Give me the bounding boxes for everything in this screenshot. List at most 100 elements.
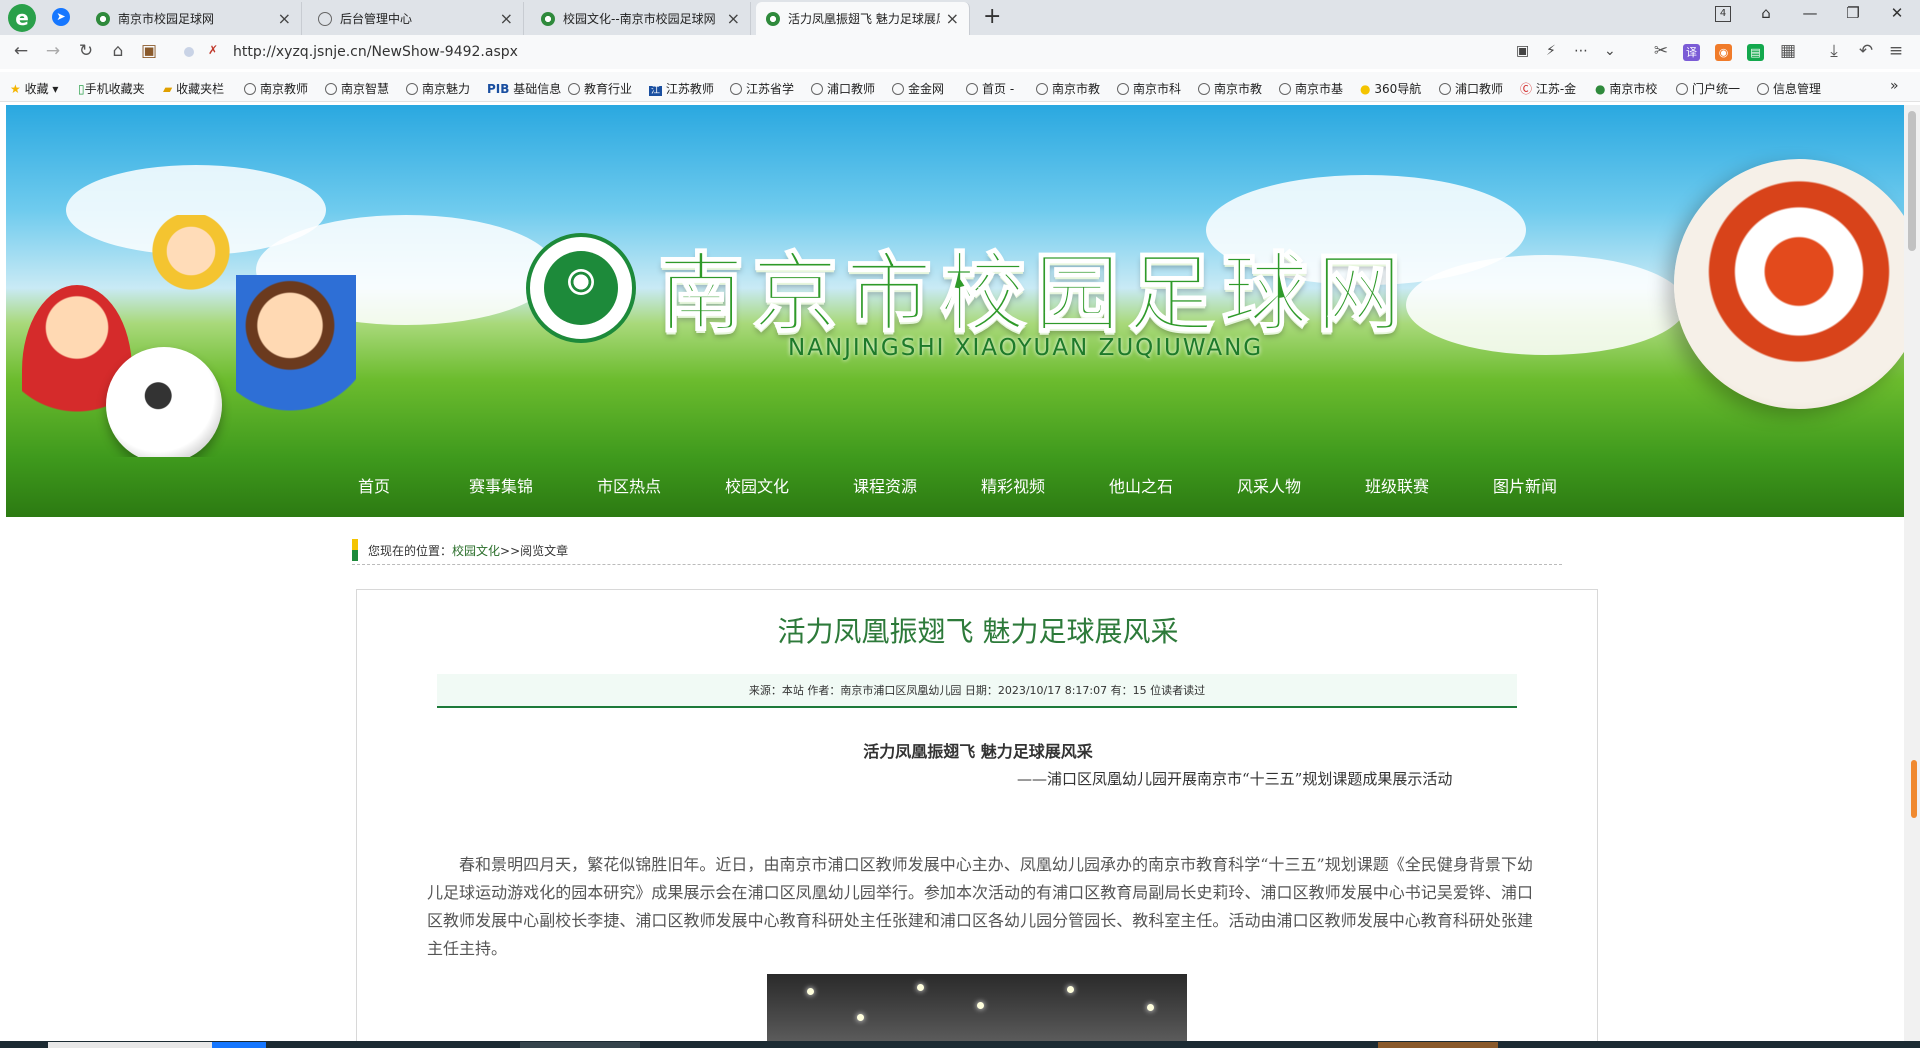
tab-4-active[interactable]: 活力凤凰振翅飞 魅力足球展风 ×: [756, 2, 970, 35]
globe-icon: [325, 83, 337, 95]
bookmark-item[interactable]: 教育行业: [568, 80, 632, 97]
more-icon[interactable]: ⋯: [1574, 43, 1588, 59]
logo-emblem: [544, 251, 618, 325]
lightning-icon[interactable]: ⚡: [1546, 43, 1556, 59]
taskbar-item[interactable]: [48, 1042, 212, 1048]
bookmark-item[interactable]: 信息管理: [1757, 80, 1821, 97]
new-tab-button[interactable]: +: [983, 4, 1001, 29]
nav-home[interactable]: 首页: [358, 457, 390, 517]
restore-button[interactable]: ❐: [1838, 4, 1868, 22]
ceiling-light: [977, 1002, 984, 1009]
close-window-button[interactable]: ✕: [1882, 4, 1912, 22]
forward-icon[interactable]: →: [42, 41, 64, 61]
breadcrumb-link[interactable]: 校园文化: [452, 544, 500, 558]
address-bar[interactable]: ✗ http://xyzq.jsnje.cn/NewShow-9492.aspx…: [176, 39, 1616, 65]
apps-grid-icon[interactable]: ▦: [1777, 41, 1799, 61]
ceiling-light: [807, 988, 814, 995]
bookmark-item[interactable]: 南京市教: [1198, 80, 1262, 97]
article-photo[interactable]: [767, 974, 1187, 1041]
pinned-tab-icon[interactable]: ➤: [52, 8, 70, 26]
globe-icon: [1117, 83, 1129, 95]
close-icon[interactable]: ×: [278, 9, 291, 28]
undo-icon[interactable]: ↶: [1855, 41, 1877, 61]
home-icon[interactable]: ⌂: [107, 41, 129, 61]
nav-course-resources[interactable]: 课程资源: [853, 457, 917, 517]
bookmark-item[interactable]: 南京市教: [1036, 80, 1100, 97]
refresh-icon[interactable]: ↻: [75, 41, 97, 61]
insecure-icon[interactable]: ✗: [208, 43, 218, 57]
bookmark-item[interactable]: Ⓒ 江苏-金: [1520, 80, 1576, 97]
close-icon[interactable]: ×: [500, 9, 513, 28]
bookmark-item[interactable]: 南京魅力: [406, 80, 470, 97]
bookmark-item[interactable]: 江苏省学: [730, 80, 794, 97]
tab-3[interactable]: 校园文化--南京市校园足球网 ×: [531, 2, 751, 35]
site-logo[interactable]: [526, 233, 636, 343]
scrollbar-thumb[interactable]: [1908, 111, 1916, 251]
globe-icon: [1439, 83, 1451, 95]
football-favicon-icon: [541, 11, 555, 26]
football-favicon-icon: ●: [1595, 82, 1606, 96]
nav-other-stones[interactable]: 他山之石: [1109, 457, 1173, 517]
bookmark-item[interactable]: 南京智慧: [325, 80, 389, 97]
ceiling-light: [857, 1014, 864, 1021]
taskbar-item[interactable]: [212, 1042, 266, 1048]
ceiling-light: [1147, 1004, 1154, 1011]
nav-class-league[interactable]: 班级联赛: [1365, 457, 1429, 517]
back-icon[interactable]: ←: [10, 41, 32, 61]
shirt-icon[interactable]: ⌂: [1751, 4, 1781, 22]
nav-photo-news[interactable]: 图片新闻: [1493, 457, 1557, 517]
globe-icon: [318, 11, 332, 26]
bookmark-item[interactable]: 南京教师: [244, 80, 308, 97]
taskbar-item[interactable]: [1378, 1042, 1498, 1048]
nav-city-hotspots[interactable]: 市区热点: [597, 457, 661, 517]
bookmarks-overflow-icon[interactable]: »: [1890, 78, 1899, 94]
nav-campus-culture[interactable]: 校园文化: [725, 457, 789, 517]
folder-icon: ▰: [163, 82, 173, 96]
scissors-icon[interactable]: ✂: [1650, 41, 1672, 61]
chevron-down-icon[interactable]: ⌄: [1604, 43, 1616, 59]
browser-logo-icon[interactable]: e: [8, 4, 36, 32]
bookmark-item[interactable]: 南京市基: [1279, 80, 1343, 97]
page-scrollbar[interactable]: [1904, 105, 1920, 1041]
minimize-button[interactable]: —: [1795, 4, 1825, 22]
bookmark-item[interactable]: 门户统一: [1676, 80, 1740, 97]
tab-title: 校园文化--南京市校园足球网: [563, 12, 716, 26]
site-info-icon[interactable]: [184, 47, 194, 57]
close-icon[interactable]: ×: [727, 9, 740, 28]
nav-match-highlights[interactable]: 赛事集锦: [469, 457, 533, 517]
bookmark-item[interactable]: 南京市科: [1117, 80, 1181, 97]
bookmark-item[interactable]: ▰ 收藏夹栏: [163, 80, 224, 97]
tab-count-badge[interactable]: 4: [1715, 6, 1731, 22]
nav-people[interactable]: 风采人物: [1237, 457, 1301, 517]
taskbar-item[interactable]: [520, 1042, 640, 1048]
bookmark-item[interactable]: 浦口教师: [1439, 80, 1503, 97]
bookmark-item[interactable]: ▯手机收藏夹: [78, 80, 145, 97]
briefcase-icon[interactable]: ▣: [138, 41, 160, 61]
bookmark-item[interactable]: ● 南京市校: [1595, 80, 1657, 97]
bookmark-favorites[interactable]: ★ 收藏 ▾: [10, 80, 58, 97]
side-panel-handle[interactable]: [1911, 760, 1917, 818]
tab-title: 后台管理中心: [340, 12, 413, 26]
download-icon[interactable]: ⤓: [1823, 41, 1845, 61]
extension-purple-icon[interactable]: 译: [1683, 44, 1700, 61]
game-icon[interactable]: ◉: [1715, 44, 1732, 61]
url-text[interactable]: http://xyzq.jsnje.cn/NewShow-9492.aspx: [233, 44, 518, 60]
football-favicon-icon: [766, 11, 780, 26]
bookmark-item[interactable]: 金金网: [892, 80, 944, 97]
tab-1[interactable]: 南京市校园足球网 ×: [86, 2, 302, 35]
bookmark-item[interactable]: 江 江苏教师: [649, 80, 714, 97]
close-icon[interactable]: ×: [946, 9, 959, 28]
nav-videos[interactable]: 精彩视频: [981, 457, 1045, 517]
globe-icon: [244, 83, 256, 95]
extension-green-icon[interactable]: ▤: [1747, 44, 1764, 61]
globe-icon: [730, 83, 742, 95]
bookmark-item[interactable]: 首页 -: [966, 80, 1014, 97]
bookmark-item[interactable]: PIB 基础信息: [487, 80, 561, 97]
screenshot-icon[interactable]: ▣: [1516, 43, 1529, 59]
bookmark-item[interactable]: 浦口教师: [811, 80, 875, 97]
globe-icon: [406, 83, 418, 95]
tab-2[interactable]: 后台管理中心 ×: [308, 2, 524, 35]
bookmark-item[interactable]: ● 360导航: [1360, 80, 1421, 97]
menu-icon[interactable]: ≡: [1885, 41, 1907, 61]
article-subhead: 活力凤凰振翅飞 魅力足球展风采: [863, 742, 1093, 761]
